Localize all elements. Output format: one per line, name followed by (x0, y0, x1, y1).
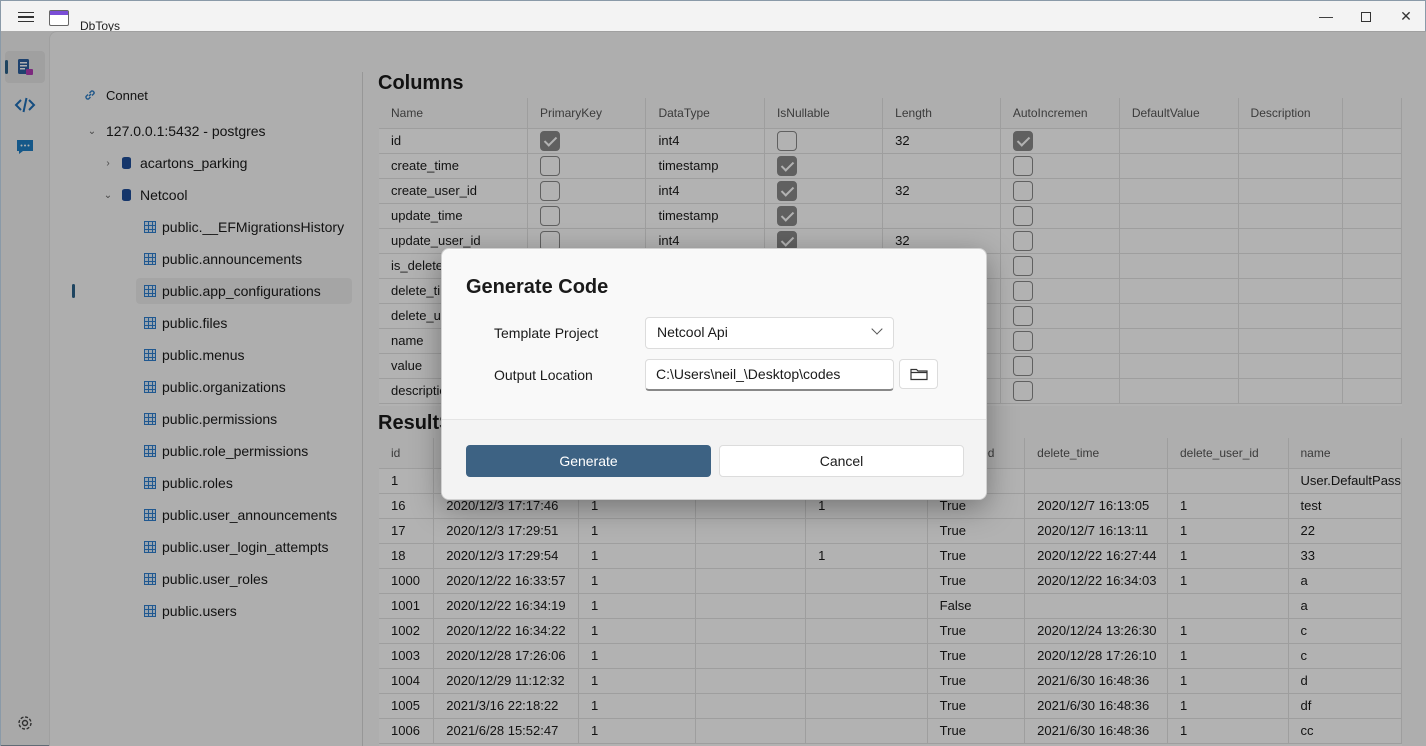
hamburger-menu-icon[interactable] (15, 7, 37, 27)
generate-code-dialog: Generate Code Template Project Netcool A… (441, 248, 987, 500)
folder-icon (909, 368, 928, 381)
chevron-down-icon (871, 323, 883, 335)
dialog-title: Generate Code (466, 276, 609, 298)
title-bar: DbToys — ✕ (1, 1, 1426, 33)
app-window: DbToys — ✕ Connet ⌄ 127.0.0.1:5432 - pos… (0, 0, 1426, 746)
output-location-input[interactable]: C:\Users\neil_\Desktop\codes (645, 359, 894, 391)
cancel-button[interactable]: Cancel (719, 445, 964, 477)
template-project-combobox[interactable]: Netcool Api (645, 317, 894, 349)
template-project-label: Template Project (494, 325, 599, 341)
output-location-value: C:\Users\neil_\Desktop\codes (656, 366, 841, 382)
generate-button[interactable]: Generate (466, 445, 711, 477)
template-project-value: Netcool Api (657, 324, 728, 340)
maximize-icon (1361, 12, 1371, 23)
browse-folder-button[interactable] (899, 359, 938, 389)
dialog-footer: Generate Cancel (442, 419, 986, 499)
close-button[interactable]: ✕ (1383, 5, 1426, 27)
output-location-label: Output Location (494, 367, 593, 383)
app-logo-icon (49, 10, 69, 26)
